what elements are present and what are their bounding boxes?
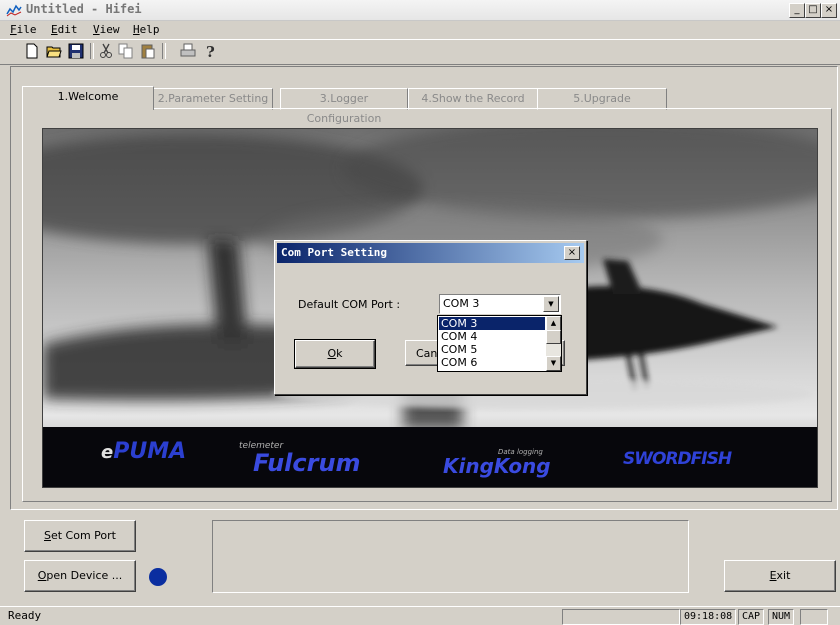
ok-button[interactable]: Ok [294, 339, 376, 369]
dialog-title-bar: Com Port Setting × [277, 243, 584, 263]
status-text: Ready [8, 609, 42, 622]
device-status-indicator [149, 568, 167, 586]
puma-logo: ePUMA [101, 439, 187, 464]
toolbar: ? [0, 39, 840, 65]
status-pane-empty [562, 609, 680, 625]
menu-edit[interactable]: Edit [51, 23, 78, 36]
com-port-option[interactable]: COM 3 [439, 317, 545, 330]
window-title: Untitled - Hifei [26, 2, 142, 16]
open-icon[interactable] [46, 43, 62, 59]
scroll-up-icon[interactable]: ▲ [546, 316, 561, 331]
minimize-button[interactable]: _ [789, 3, 805, 18]
exit-button[interactable]: Exit [724, 560, 836, 592]
print-icon[interactable] [180, 43, 196, 59]
scroll-thumb[interactable] [546, 330, 561, 344]
kingkong-logo: KingKong [443, 454, 551, 478]
status-bar: Ready 09:18:08 CAP NUM [0, 606, 840, 625]
default-com-port-label: Default COM Port : [298, 298, 401, 311]
dropdown-scrollbar[interactable]: ▲ ▼ [546, 316, 561, 371]
app-icon [6, 4, 22, 17]
status-time: 09:18:08 [680, 609, 737, 625]
status-caps: CAP [738, 609, 765, 625]
com-port-option[interactable]: COM 4 [439, 330, 545, 343]
save-icon[interactable] [68, 43, 84, 59]
tab-show-record[interactable]: 4.Show the Record [408, 88, 538, 110]
status-pane-scroll [800, 609, 828, 625]
toolbar-separator [90, 43, 94, 59]
copy-icon[interactable] [118, 43, 134, 59]
svg-text:?: ? [206, 43, 215, 59]
menu-file[interactable]: File [10, 23, 37, 36]
tab-logger-configuration[interactable]: 3.Logger Configuration [280, 88, 408, 125]
scroll-down-icon[interactable]: ▼ [546, 356, 561, 371]
tab-upgrade[interactable]: 5.Upgrade [537, 88, 667, 110]
title-bar: Untitled - Hifei _ □ × [0, 0, 840, 21]
dialog-title: Com Port Setting [281, 246, 387, 259]
help-icon[interactable]: ? [202, 43, 218, 59]
info-panel [212, 520, 689, 593]
com-port-option[interactable]: COM 5 [439, 343, 545, 356]
toolbar-separator [162, 43, 166, 59]
new-icon[interactable] [24, 43, 40, 59]
tab-welcome[interactable]: 1.Welcome [22, 86, 154, 110]
close-button[interactable]: × [821, 3, 837, 18]
tab-parameter-setting[interactable]: 2.Parameter Setting [153, 88, 273, 110]
paste-icon[interactable] [140, 43, 156, 59]
menu-help[interactable]: Help [133, 23, 160, 36]
dialog-close-button[interactable]: × [564, 246, 580, 260]
set-com-port-button[interactable]: Set Com Port [24, 520, 136, 552]
menu-bar: File Edit View Help [0, 21, 840, 39]
swordfish-logo: SWORDFISH [623, 449, 732, 469]
chevron-down-icon[interactable]: ▼ [543, 296, 559, 312]
cut-icon[interactable] [98, 43, 114, 59]
open-device-button[interactable]: Open Device ... [24, 560, 136, 592]
fulcrum-logo: Fulcrum [253, 449, 361, 477]
com-port-select[interactable]: COM 3 ▼ [439, 294, 561, 314]
status-num: NUM [768, 609, 795, 625]
com-port-dropdown-list: COM 3 COM 4 COM 5 COM 6 ▲ ▼ [437, 315, 562, 372]
maximize-button[interactable]: □ [805, 3, 821, 18]
com-port-option[interactable]: COM 6 [439, 356, 545, 369]
menu-view[interactable]: View [93, 23, 120, 36]
com-port-selected-value: COM 3 [443, 297, 480, 310]
